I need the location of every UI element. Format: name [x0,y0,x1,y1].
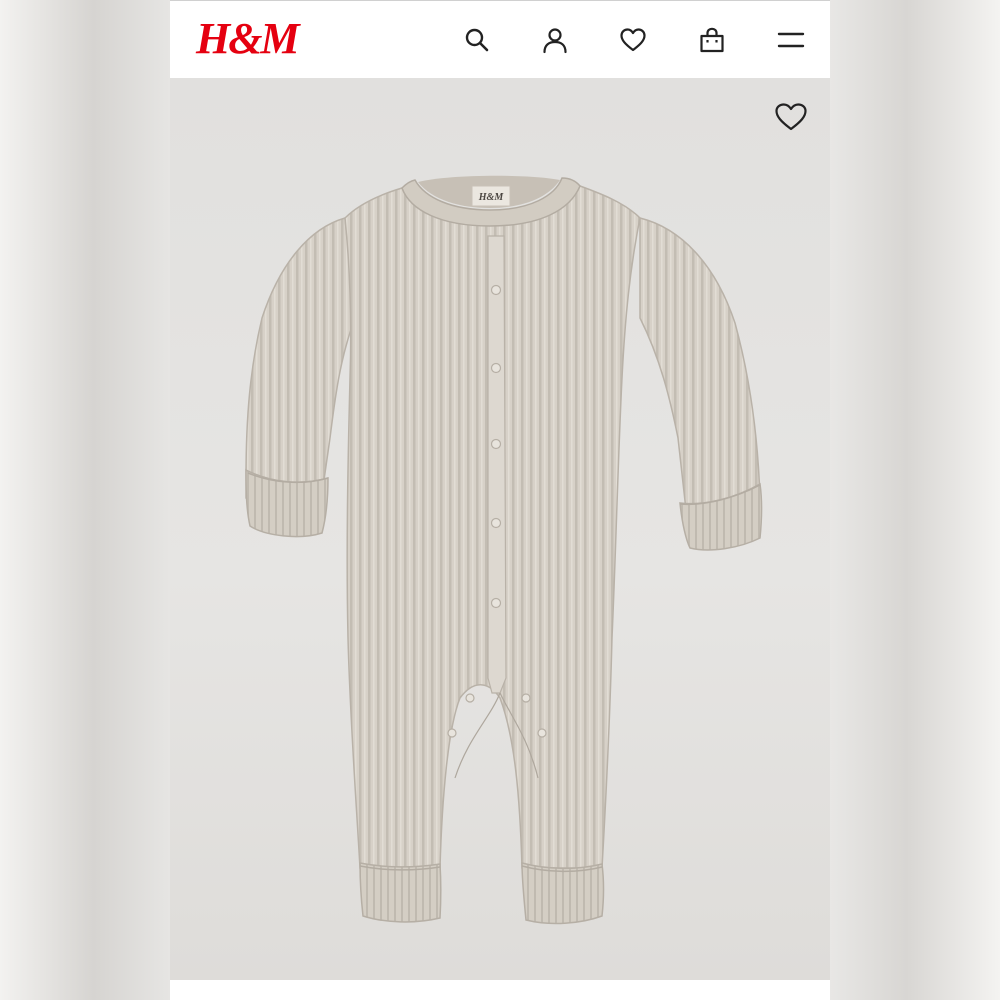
account-icon[interactable] [538,23,572,57]
menu-icon[interactable] [774,23,808,57]
product-page: H&M H&M [170,0,830,1000]
bottom-white-strip [170,980,830,1000]
shopping-bag-icon[interactable] [695,23,729,57]
garment-label: H&M [478,192,505,203]
ribbed-romper-image: H&M [245,175,763,925]
add-to-favorites-heart-icon[interactable] [772,98,810,136]
favorites-icon[interactable] [616,23,650,57]
brand-logo[interactable]: H&M [196,13,300,65]
product-image[interactable]: H&M [170,78,830,980]
right-blurred-margin [830,0,1000,1000]
left-blurred-margin [0,0,170,1000]
top-nav-bar: H&M [170,0,830,78]
search-icon[interactable] [460,23,494,57]
